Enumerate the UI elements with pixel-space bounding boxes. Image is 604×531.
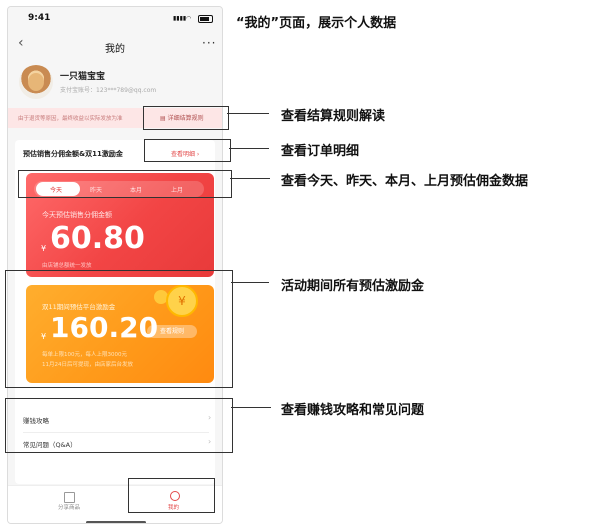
- annotation-box-faq: [5, 398, 233, 453]
- annotation-incentive: 活动期间所有预估激励金: [281, 279, 425, 294]
- today-currency: ¥: [41, 244, 47, 253]
- estimate-title: 预估销售分佣金额&双11激励金: [23, 150, 123, 158]
- annotation-line-incentive: [231, 282, 269, 283]
- annotation-line-faq: [231, 407, 271, 408]
- annotation-line-order: [229, 148, 269, 149]
- tabbar-share[interactable]: 分享商品: [58, 503, 80, 511]
- notice-text: 由于退货等原因，最终收益以实际发放为准: [18, 116, 123, 122]
- annotation-box-rule: [143, 106, 229, 130]
- avatar[interactable]: [19, 65, 53, 99]
- signal-icon: ▮▮▮▮: [173, 15, 187, 22]
- annotation-line-period: [230, 178, 270, 179]
- more-icon[interactable]: ···: [202, 36, 216, 50]
- home-indicator: [86, 521, 146, 523]
- user-name: 一只猫宝宝: [60, 72, 106, 82]
- shopping-bag-icon[interactable]: [64, 492, 75, 503]
- today-amount: 60.80: [50, 221, 145, 256]
- today-commission-label: 今天预估销售分佣金额: [42, 211, 112, 219]
- nav-bar: ‹ 我的 ···: [8, 31, 222, 59]
- battery-icon: [198, 15, 213, 23]
- user-account: 支付宝账号：123***789@qq.com: [60, 87, 157, 94]
- status-time: 9:41: [28, 13, 51, 23]
- annotation-box-incentive: [5, 270, 233, 388]
- annotation-box-me-tab: [128, 478, 215, 513]
- annotation-box-order: [144, 139, 231, 162]
- wifi-icon: ◠: [186, 15, 192, 22]
- annotation-box-period: [18, 170, 232, 198]
- annotation-rule: 查看结算规则解读: [281, 109, 386, 124]
- today-note: 由店铺总额统一发放: [42, 263, 92, 269]
- annotation-page-title: “我的”页面，展示个人数据: [236, 16, 397, 31]
- page-title: 我的: [105, 44, 125, 55]
- annotation-period: 查看今天、昨天、本月、上月预估佣金数据: [281, 174, 529, 189]
- annotation-line-rule: [227, 113, 269, 114]
- annotation-faq: 查看赚钱攻略和常见问题: [281, 403, 425, 418]
- annotation-order: 查看订单明细: [281, 144, 360, 159]
